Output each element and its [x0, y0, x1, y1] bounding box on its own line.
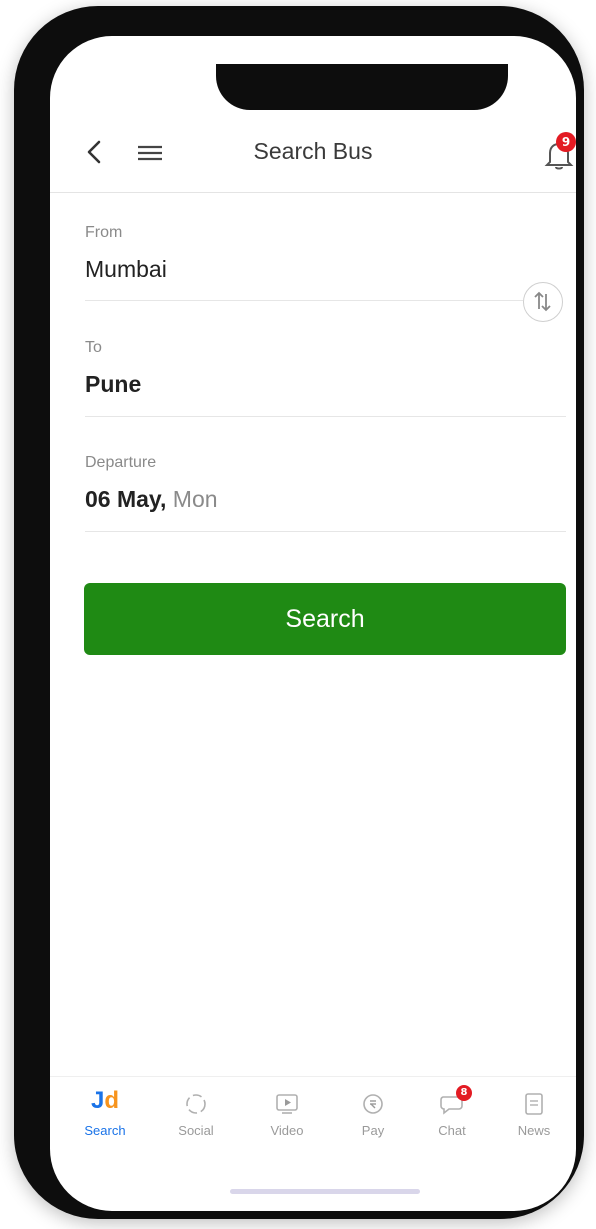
jd-logo-icon: Jd [65, 1087, 145, 1115]
app-screen: Search Bus 9 From Mumbai To Pune Departu… [50, 36, 576, 1211]
chat-badge: 8 [456, 1085, 472, 1101]
news-icon [525, 1093, 543, 1115]
nav-label-pay: Pay [361, 1123, 385, 1138]
phone-frame: Search Bus 9 From Mumbai To Pune Departu… [14, 6, 584, 1219]
nav-item-video[interactable]: Video [247, 1077, 327, 1157]
departure-field[interactable]: Departure 06 May, Mon [85, 454, 565, 513]
departure-divider [85, 531, 566, 532]
nav-item-chat[interactable]: 8 Chat [412, 1077, 492, 1157]
notification-button[interactable]: 9 [544, 132, 576, 170]
departure-date: 06 May, [85, 486, 167, 512]
home-indicator[interactable] [230, 1189, 420, 1194]
nav-label-search: Search [84, 1123, 126, 1138]
app-header: Search Bus 9 [50, 116, 576, 193]
from-field[interactable]: From Mumbai [85, 224, 565, 283]
phone-notch [216, 64, 508, 110]
bottom-nav: Jd Search Social Video Pay 8 Chat News [50, 1076, 576, 1167]
nav-item-pay[interactable]: Pay [333, 1077, 413, 1157]
departure-label: Departure [85, 454, 157, 471]
departure-value: 06 May, Mon [85, 486, 565, 513]
jd-logo-j: J [90, 1087, 105, 1114]
from-label: From [85, 224, 123, 241]
to-field[interactable]: To Pune [85, 339, 565, 398]
nav-label-news: News [517, 1123, 551, 1138]
video-icon [276, 1094, 298, 1114]
departure-weekday: Mon [172, 486, 218, 512]
to-label: To [85, 339, 102, 356]
from-value: Mumbai [85, 256, 167, 282]
notification-badge: 9 [556, 132, 576, 152]
swap-cities-button[interactable] [523, 282, 563, 322]
nav-label-video: Video [270, 1123, 304, 1138]
from-divider [85, 300, 523, 301]
pay-icon [363, 1094, 383, 1114]
nav-label-social: Social [178, 1123, 214, 1138]
search-button[interactable]: Search [84, 583, 566, 655]
nav-item-search[interactable]: Jd Search [65, 1077, 145, 1157]
nav-item-social[interactable]: Social [156, 1077, 236, 1157]
nav-item-news[interactable]: News [494, 1077, 574, 1157]
nav-label-chat: Chat [438, 1123, 466, 1138]
page-title: Search Bus [253, 138, 373, 164]
swap-arrows-icon [534, 291, 551, 312]
to-value: Pune [85, 371, 142, 397]
to-divider [85, 416, 566, 417]
jd-logo-d: d [104, 1087, 120, 1114]
social-icon [186, 1094, 206, 1114]
